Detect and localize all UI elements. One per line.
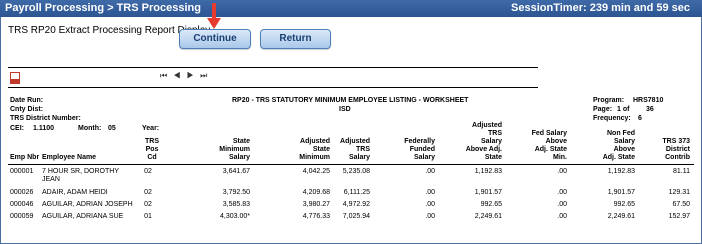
page-label: Page: bbox=[593, 106, 613, 113]
table-cell-state-min: 3,641.67 bbox=[222, 168, 250, 175]
table-cell-adj-trs: 5,235.08 bbox=[342, 168, 370, 175]
table-cell-contrib: 81.11 bbox=[673, 168, 690, 175]
month-label: Month: bbox=[78, 125, 102, 132]
continue-button[interactable]: Continue bbox=[179, 29, 251, 49]
table-cell-emp-nbr: 000059 bbox=[10, 213, 34, 220]
report-subtitle: ISD bbox=[339, 106, 351, 113]
cnty-dist-label: Cnty Dist: bbox=[10, 106, 44, 113]
red-arrow-icon bbox=[207, 3, 221, 29]
table-cell-nonfed-above: 1,192.83 bbox=[607, 168, 635, 175]
table-cell-pos: 02 bbox=[144, 189, 152, 196]
table-cell-nonfed-above: 1,901.57 bbox=[607, 189, 635, 196]
table-cell-fed: .00 bbox=[425, 201, 435, 208]
table-cell-name: AGUILAR, ADRIAN JOSEPH bbox=[42, 201, 133, 208]
table-cell-state-min: 3,792.50 bbox=[222, 189, 250, 196]
frequency-value: 6 bbox=[638, 115, 642, 122]
column-header-emp-nbr: Emp Nbr bbox=[10, 154, 40, 161]
table-cell-fed: .00 bbox=[425, 189, 435, 196]
date-run-label: Date Run: bbox=[10, 97, 44, 104]
table-cell-state-min: 3,585.83 bbox=[222, 201, 250, 208]
top-bar: Payroll Processing > TRS Processing Sess… bbox=[0, 0, 702, 17]
column-header-non-fed-salary-above-state: Non Fed Salary Above Adj. State bbox=[602, 130, 635, 161]
table-cell-above-state: 992.65 bbox=[480, 201, 502, 208]
table-cell-emp-nbr: 000001 bbox=[10, 168, 34, 175]
table-cell-state-min: 4,303.00* bbox=[220, 213, 250, 220]
return-button[interactable]: Return bbox=[260, 29, 331, 49]
column-header-federally-funded-salary: Federally Funded Salary bbox=[404, 138, 435, 161]
program-value: HRS7810 bbox=[633, 97, 664, 104]
table-cell-adj-trs: 6,111.25 bbox=[343, 189, 370, 196]
table-cell-pos: 01 bbox=[144, 213, 152, 220]
toolbar-divider-top bbox=[8, 67, 538, 68]
table-cell-above-state: 1,901.57 bbox=[474, 189, 502, 196]
table-cell-nonfed-above: 992.65 bbox=[613, 201, 635, 208]
table-cell-pos: 02 bbox=[144, 168, 152, 175]
table-cell-name: AGUILAR, ADRIANA SUE bbox=[42, 213, 124, 220]
table-cell-contrib: 129.31 bbox=[668, 189, 690, 196]
table-cell-name: 7 HOUR SR, DOROTHY bbox=[42, 168, 120, 175]
table-cell-name-continued: JEAN bbox=[42, 176, 60, 183]
session-timer: SessionTimer: 239 min and 59 sec bbox=[511, 2, 690, 14]
table-cell-pos: 02 bbox=[144, 201, 152, 208]
page-value: 1 of bbox=[617, 106, 630, 113]
table-cell-fed-above: .00 bbox=[557, 168, 567, 175]
cei-label: CEI: bbox=[10, 125, 24, 132]
table-cell-emp-nbr: 000046 bbox=[10, 201, 34, 208]
toolbar-divider-bottom bbox=[8, 87, 538, 88]
table-cell-fed-above: .00 bbox=[557, 189, 567, 196]
column-header-trs-373-district-contrib: TRS 373 District Contrib bbox=[662, 138, 690, 161]
table-cell-above-state: 2,249.61 bbox=[474, 213, 502, 220]
table-cell-contrib: 152.97 bbox=[668, 213, 690, 220]
cei-value: 1.1100 bbox=[33, 125, 55, 132]
column-header-employee-name: Employee Name bbox=[42, 154, 97, 161]
table-cell-contrib: 67.50 bbox=[672, 201, 690, 208]
column-header-adjusted-trs-salary-above-state: Adjusted TRS Salary Above Adj. State bbox=[465, 122, 502, 161]
table-cell-fed: .00 bbox=[425, 213, 435, 220]
table-cell-fed-above: .00 bbox=[557, 201, 567, 208]
year-label: Year: bbox=[142, 125, 160, 132]
page-navigation[interactable]: ⏮ ◀ ▶ ⏭ bbox=[160, 71, 209, 81]
page-total: 36 bbox=[646, 106, 654, 113]
column-header-state-minimum-salary: State Minimum Salary bbox=[219, 138, 250, 161]
table-cell-above-state: 1,192.83 bbox=[474, 168, 502, 175]
program-label: Program: bbox=[593, 97, 625, 104]
column-header-trs-pos-cd: TRS Pos Cd bbox=[145, 138, 159, 161]
report-title: RP20 - TRS STATUTORY MINIMUM EMPLOYEE LI… bbox=[232, 97, 469, 104]
table-cell-emp-nbr: 000026 bbox=[10, 189, 34, 196]
table-cell-name: ADAIR, ADAM HEIDI bbox=[42, 189, 108, 196]
pdf-icon[interactable] bbox=[10, 72, 20, 84]
table-cell-nonfed-above: 2,249.61 bbox=[607, 213, 635, 220]
header-divider bbox=[8, 164, 694, 165]
table-cell-adj-trs: 7,025.94 bbox=[342, 213, 370, 220]
frequency-label: Frequency: bbox=[593, 115, 631, 122]
column-header-adjusted-trs-salary: Adjusted TRS Salary bbox=[340, 138, 370, 161]
table-cell-adj-trs: 4,972.92 bbox=[342, 201, 370, 208]
trs-district-label: TRS District Number: bbox=[10, 115, 81, 122]
table-cell-fed-above: .00 bbox=[557, 213, 567, 220]
month-value: 05 bbox=[108, 125, 116, 132]
breadcrumb[interactable]: Payroll Processing > TRS Processing bbox=[5, 2, 201, 14]
table-cell-fed: .00 bbox=[425, 168, 435, 175]
column-header-fed-salary-above-state: Fed Salary Above Adj. State Min. bbox=[531, 130, 567, 161]
